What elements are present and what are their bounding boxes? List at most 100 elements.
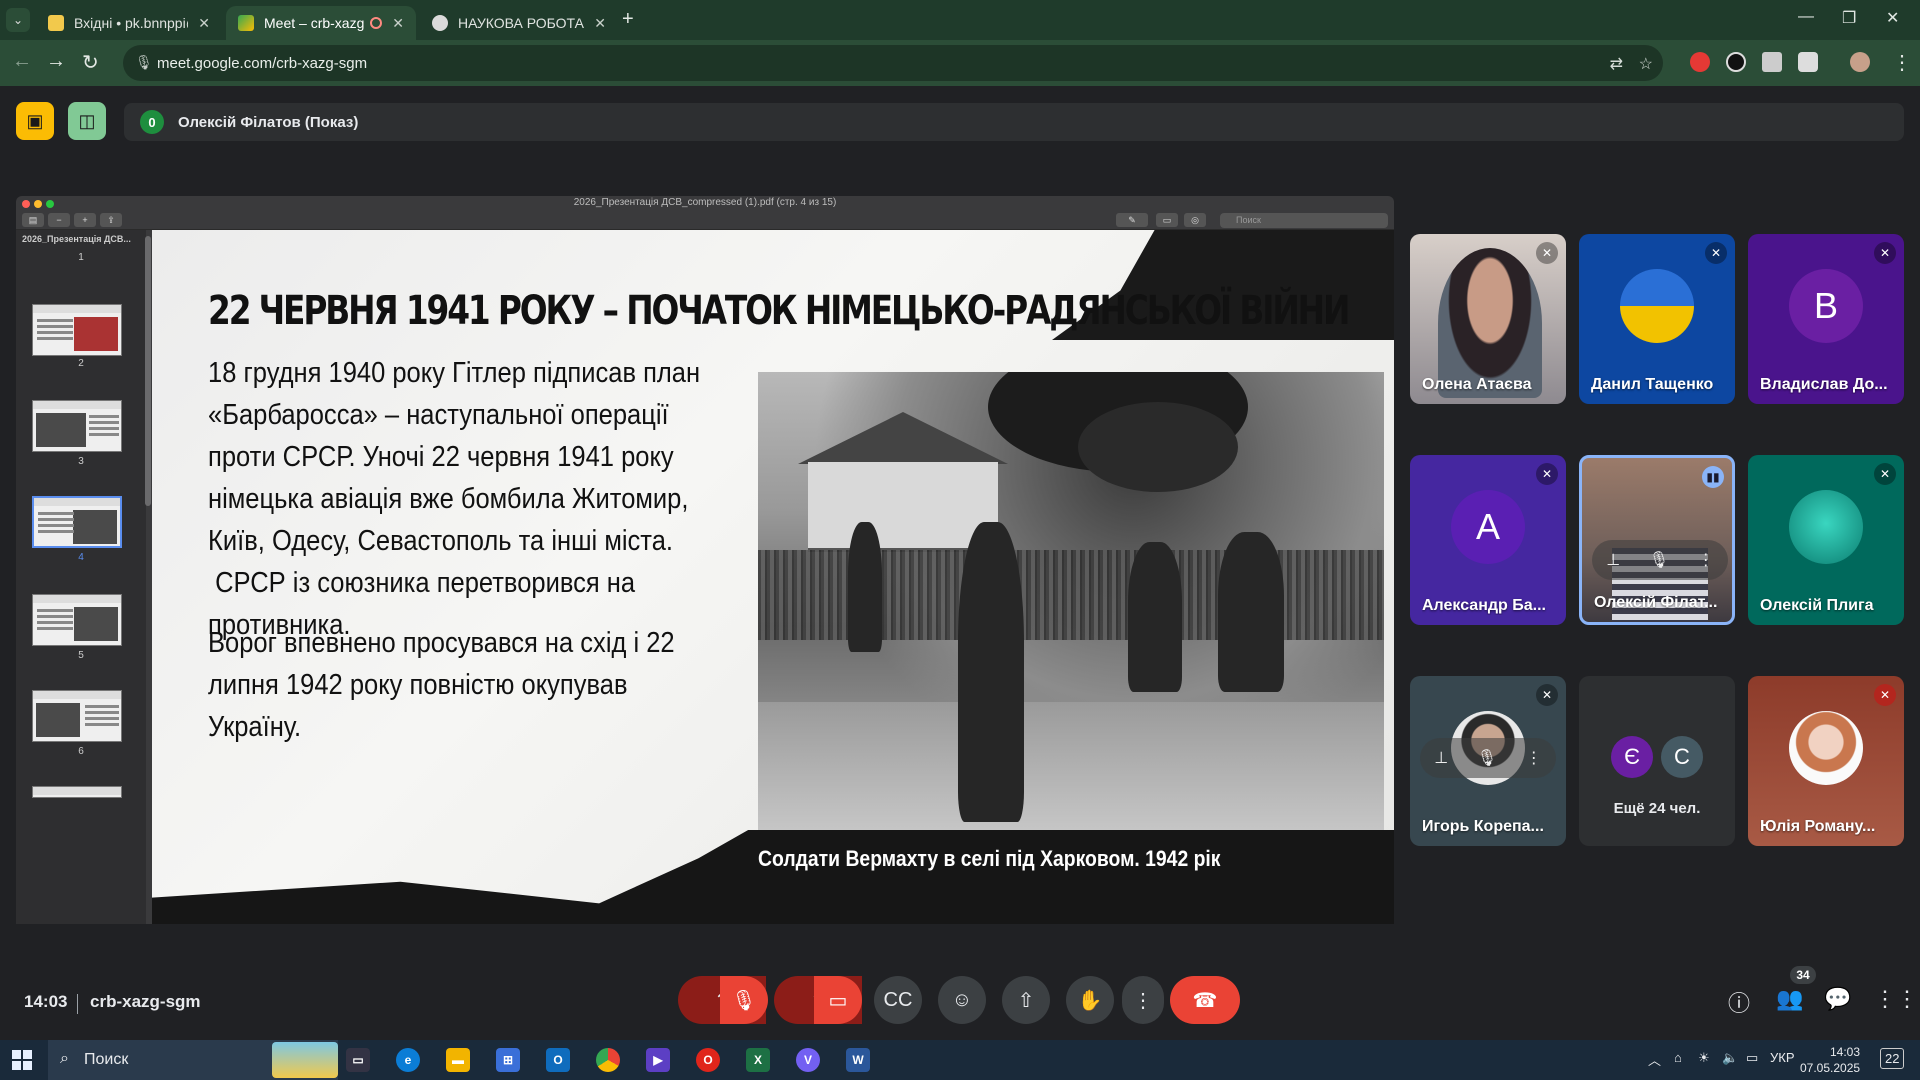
taskbar-search[interactable]: ⌕ Поиск: [48, 1040, 338, 1080]
presentation-bar[interactable]: 0 Олексій Філатов (Показ): [124, 103, 1904, 141]
word-icon[interactable]: W: [846, 1048, 870, 1072]
microphone-muted-button[interactable]: 🎙: [720, 976, 768, 1024]
tab-research[interactable]: НАУКОВА РОБОТА ЗІ СТУДЕНТ ✕: [420, 6, 618, 40]
presenter-name: Олексій Філатов (Показ): [178, 113, 359, 131]
chrome-icon[interactable]: [596, 1048, 620, 1072]
raise-hand-button[interactable]: ✋: [1066, 976, 1114, 1024]
extension-red-icon[interactable]: [1690, 52, 1710, 72]
text-line: «Барбаросса» – наступальної операції: [208, 399, 669, 431]
edge-icon[interactable]: e: [396, 1048, 420, 1072]
meeting-time: 14:03: [24, 992, 68, 1011]
store-icon[interactable]: ⊞: [496, 1048, 520, 1072]
display-icon[interactable]: ▭: [1746, 1050, 1758, 1066]
stop-presenting-icon[interactable]: ▣: [16, 102, 54, 140]
volume-icon[interactable]: 🔈: [1722, 1050, 1738, 1066]
leave-call-button[interactable]: ☎: [1170, 976, 1240, 1024]
more-participants-label: Ещё 24 чел.: [1613, 800, 1701, 817]
tab-inbox[interactable]: Вхідні • pk.bnnppi@ukr.net ✕: [36, 6, 222, 40]
photo-caption: Солдати Вермахту в селі під Харковом. 19…: [758, 846, 1221, 871]
present-button[interactable]: ⇧: [1002, 976, 1050, 1024]
captions-button[interactable]: CC: [874, 976, 922, 1024]
participant-tile-active[interactable]: ▮▮ ⊥ 🎙 ⋮ Олексій Філат...: [1579, 455, 1735, 625]
profile-avatar[interactable]: [1850, 52, 1870, 72]
language-indicator[interactable]: УКР: [1770, 1050, 1795, 1065]
participant-tile[interactable]: ✕ ⊥ 🎙 ⋮ Игорь Корепа...: [1410, 676, 1566, 846]
extensions-puzzle-icon[interactable]: [1798, 52, 1818, 72]
media-player-icon[interactable]: ▶: [646, 1048, 670, 1072]
emoji-button[interactable]: ☺: [938, 976, 986, 1024]
restore-button[interactable]: ❐: [1842, 8, 1856, 28]
camera-off-button[interactable]: ▭: [814, 976, 862, 1024]
avatar: С: [1661, 736, 1703, 778]
participant-tile[interactable]: ✕ Юлія Роману...: [1748, 676, 1904, 846]
close-icon[interactable]: ✕: [392, 15, 404, 32]
muted-mic-icon: ✕: [1874, 684, 1896, 706]
soldier: [1218, 532, 1284, 692]
close-icon[interactable]: ✕: [198, 15, 210, 32]
pdf-title: 2026_Презентація ДСВ_compressed (1).pdf …: [573, 197, 837, 208]
extension-list-icon[interactable]: [1762, 52, 1782, 72]
activities-icon[interactable]: ⋮⋮: [1874, 986, 1918, 1012]
minimize-button[interactable]: —: [1798, 8, 1814, 26]
search-placeholder: Поиск: [84, 1051, 129, 1068]
translate-icon[interactable]: ⇄: [1610, 54, 1623, 74]
more-participants-tile[interactable]: Є С Ещё 24 чел.: [1579, 676, 1735, 846]
soldier: [958, 522, 1024, 822]
page-thumbnail: [32, 594, 122, 646]
layout-icon[interactable]: ◫: [68, 102, 106, 140]
zoom-in-icon: +: [74, 213, 96, 227]
site-icon: [432, 15, 448, 31]
people-icon[interactable]: 👥: [1776, 986, 1803, 1012]
file-explorer-icon[interactable]: ▬: [446, 1048, 470, 1072]
microphone-icon: 🎙: [135, 54, 153, 70]
excel-icon[interactable]: X: [746, 1048, 770, 1072]
participant-tile[interactable]: А ✕ Александр Ба...: [1410, 455, 1566, 625]
extension-dark-icon[interactable]: [1726, 52, 1746, 72]
task-view-icon[interactable]: ▭: [346, 1048, 370, 1072]
participant-tile[interactable]: ✕ Данил Тащенко: [1579, 234, 1735, 404]
thumb-number: 1: [78, 252, 84, 263]
divider: [77, 994, 78, 1014]
chat-icon[interactable]: 💬: [1824, 986, 1851, 1012]
sidebar-toggle-icon: ▤: [22, 213, 44, 227]
forward-icon[interactable]: →: [46, 50, 66, 73]
back-icon[interactable]: ←: [12, 50, 32, 73]
weather-icon[interactable]: ☀: [1698, 1050, 1710, 1066]
meeting-code: crb-xazg-sgm: [90, 992, 201, 1011]
close-icon[interactable]: ✕: [594, 15, 606, 32]
participant-name: Александр Ба...: [1422, 597, 1546, 614]
opera-icon[interactable]: O: [696, 1048, 720, 1072]
info-icon[interactable]: ⓘ: [1728, 986, 1750, 1018]
participant-tile[interactable]: В ✕ Владислав До...: [1748, 234, 1904, 404]
notifications-badge[interactable]: 22: [1880, 1048, 1905, 1069]
taskbar-clock[interactable]: 14:03 07.05.2025: [1800, 1044, 1860, 1076]
presentation-count: 0: [140, 110, 164, 134]
participant-tile[interactable]: ✕ Олена Атаєва: [1410, 234, 1566, 404]
new-tab-button[interactable]: +: [622, 8, 634, 31]
reload-icon[interactable]: ↻: [82, 50, 99, 75]
outlook-icon[interactable]: O: [546, 1048, 570, 1072]
tile-controls: ⊥ 🎙 ⋮: [1592, 540, 1728, 580]
viber-icon[interactable]: V: [796, 1048, 820, 1072]
pin-icon[interactable]: ⊥: [1434, 748, 1448, 768]
page-thumbnail-selected: [32, 496, 122, 548]
muted-mic-icon: ✕: [1536, 463, 1558, 485]
mic-icon[interactable]: 🎙: [1649, 550, 1669, 570]
search-highlight-image: [272, 1042, 338, 1078]
tray-chevron-icon[interactable]: ︿: [1648, 1050, 1661, 1069]
tab-search-button[interactable]: ⌄: [6, 8, 30, 32]
start-icon[interactable]: [12, 1050, 32, 1070]
close-window-button[interactable]: ✕: [1886, 8, 1899, 28]
pin-icon[interactable]: ⊥: [1606, 550, 1620, 570]
kebab-menu-icon[interactable]: ⋮: [1892, 50, 1912, 75]
tab-meet[interactable]: Meet – crb-xazg-sgm ✕: [226, 6, 416, 40]
bookmark-star-icon[interactable]: ☆: [1639, 54, 1653, 74]
address-bar[interactable]: 🎙 meet.google.com/crb-xazg-sgm ⇄ ☆: [123, 45, 1663, 81]
mic-icon[interactable]: 🎙: [1477, 748, 1497, 768]
more-options-button[interactable]: ⋮: [1122, 976, 1164, 1024]
network-icon[interactable]: ⌂: [1674, 1050, 1682, 1065]
more-options-icon[interactable]: ⋮: [1698, 550, 1714, 570]
shared-pdf-window: 2026_Презентація ДСВ_compressed (1).pdf …: [16, 196, 1394, 924]
more-options-icon[interactable]: ⋮: [1526, 748, 1542, 768]
participant-tile[interactable]: ✕ Олексій Плига: [1748, 455, 1904, 625]
